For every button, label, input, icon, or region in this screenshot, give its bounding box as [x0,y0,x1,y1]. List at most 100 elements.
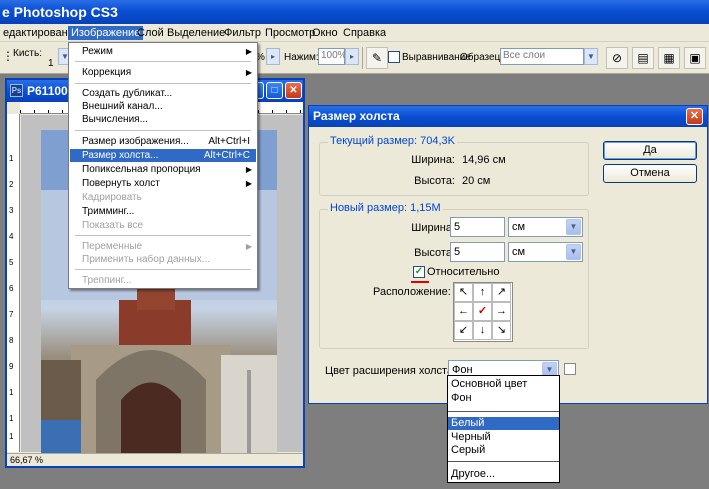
option-gray[interactable]: Серый [448,444,559,457]
ruler-number: 1 [9,388,14,397]
dialog-title-bar: Размер холста [309,106,707,127]
extension-color-swatch[interactable] [564,363,576,375]
menu-separator [75,235,251,236]
menu-separator [75,269,251,270]
anchor-top-icon[interactable]: ↑ [473,283,492,302]
chevron-down-icon: ▼ [566,244,581,260]
new-height-label: Высота: [414,247,455,259]
option-foreground[interactable]: Основной цвет [448,378,559,391]
width-unit-select[interactable]: см ▼ [508,217,583,237]
menu-item-crop[interactable]: Кадрировать [70,191,256,204]
anchor-top-left-icon[interactable]: ↖ [454,283,473,302]
menu-item-adjustments[interactable]: Коррекция ▶ [70,66,256,79]
ruler-number: 2 [9,180,14,189]
menu-item-calculations[interactable]: Вычисления... [70,113,256,126]
extension-color-dropdown: Основной цвет Фон Белый Черный Серый Дру… [447,375,560,483]
menu-window[interactable]: Окно [309,26,341,40]
menu-item-apply-data-set[interactable]: Применить набор данных... [70,253,256,266]
extension-color-label: Цвет расширения холста: [325,365,457,377]
maximize-button[interactable]: □ [266,82,283,99]
new-height-input[interactable]: 5 [450,242,505,262]
current-width-value: 14,96 см [462,154,506,166]
current-width-label: Ширина: [411,154,455,166]
menu-image[interactable]: Изображение [68,26,144,40]
menu-item-rotate-canvas[interactable]: Повернуть холст ▶ [70,177,256,190]
brush-size[interactable]: 1 [48,58,54,70]
workspace-icon[interactable]: ▣ [684,47,706,69]
menu-layer[interactable]: Слой [134,26,167,40]
menu-item-reveal-all[interactable]: Показать все [70,219,256,232]
align-checkbox[interactable] [388,51,400,63]
brush-label: Кисть: [13,48,42,59]
ok-button[interactable]: Да [603,141,697,160]
ruler-number: 5 [9,258,14,267]
anchor-center-icon[interactable]: ✓ [473,302,492,321]
submenu-arrow-icon: ▶ [245,165,252,174]
menu-select[interactable]: Выделение [164,26,228,40]
ruler-number: 1 [9,154,14,163]
ruler-number: 6 [9,284,14,293]
dialog-title: Размер холста [313,109,400,123]
dropdown-separator [448,461,559,462]
sample-label: Образец: [460,52,504,63]
anchor-left-icon[interactable]: ← [454,302,473,321]
anchor-top-right-icon[interactable]: ↗ [492,283,511,302]
pressure-field[interactable]: 100% [318,48,347,65]
airbrush-icon[interactable]: ✎ [366,47,388,69]
pressure-arrow[interactable]: ▸ [345,48,359,65]
pressure-label: Нажим: [284,52,319,63]
annotation-underline [411,281,429,283]
option-black[interactable]: Черный [448,431,559,444]
anchor-bottom-left-icon[interactable]: ↙ [454,321,473,340]
menu-filter[interactable]: Фильтр [221,26,264,40]
option-background[interactable]: Фон [448,392,559,405]
relative-checkbox[interactable]: ✓ [413,266,425,278]
shortcut-label: Alt+Ctrl+C [203,150,250,161]
menu-help[interactable]: Справка [340,26,389,40]
status-bar: 66,67 % [7,453,303,466]
ruler-number: 1 [9,414,14,423]
dialog-close-button[interactable]: ✕ [686,108,703,125]
menu-item-duplicate[interactable]: Создать дубликат... [70,87,256,100]
ruler-number: 9 [9,362,14,371]
new-width-label: Ширина: [411,222,455,234]
sample-arrow[interactable]: ▼ [584,48,598,65]
new-width-input[interactable]: 5 [450,217,505,237]
submenu-arrow-icon: ▶ [245,68,252,77]
palette-icon[interactable]: ▤ [632,47,654,69]
ruler-vertical: 1 2 3 4 5 6 7 8 9 1 1 1 [7,114,20,452]
ruler-number: 8 [9,336,14,345]
image-menu: Режим ▶ Коррекция ▶ Создать дубликат... Вн… [68,42,258,289]
anchor-label: Расположение: [373,286,451,298]
sample-select[interactable]: Все слои [500,48,584,65]
option-other[interactable]: Другое... [448,468,559,481]
option-white[interactable]: Белый [448,417,559,430]
menu-item-apply-image[interactable]: Внешний канал... [70,100,256,113]
ruler-number: 4 [9,232,14,241]
close-button[interactable]: ✕ [285,82,302,99]
anchor-right-icon[interactable]: → [492,302,511,321]
anchor-bottom-icon[interactable]: ↓ [473,321,492,340]
menu-item-canvas-size[interactable]: Размер холста... Alt+Ctrl+C [70,149,256,162]
opacity-arrow[interactable]: ▸ [266,48,280,65]
menu-item-pixel-aspect[interactable]: Попиксельная пропорция ▶ [70,163,256,176]
submenu-arrow-icon: ▶ [245,242,252,251]
menu-item-trap[interactable]: Треппинг... [70,274,256,287]
zoom-level[interactable]: 66,67 % [10,455,43,465]
ignore-adjustment-icon[interactable]: ⊘ [606,47,628,69]
menu-separator [75,61,251,62]
anchor-grid[interactable]: ↖ ↑ ↗ ← ✓ → ↙ ↓ ↘ [453,282,513,342]
current-height-label: Высота: [414,175,455,187]
menu-item-variables[interactable]: Переменные ▶ [70,240,256,253]
menu-item-trim[interactable]: Тримминг... [70,205,256,218]
height-unit-select[interactable]: см ▼ [508,242,583,262]
current-height-value: 20 см [462,175,491,187]
menu-separator [75,130,251,131]
submenu-arrow-icon: ▶ [245,47,252,56]
brush-palette-icon[interactable]: ▦ [658,47,680,69]
cancel-button[interactable]: Отмена [603,164,697,183]
dropdown-separator [448,411,559,412]
menu-item-mode[interactable]: Режим ▶ [70,45,256,58]
menu-item-image-size[interactable]: Размер изображения... Alt+Ctrl+I [70,135,256,148]
anchor-bottom-right-icon[interactable]: ↘ [492,321,511,340]
